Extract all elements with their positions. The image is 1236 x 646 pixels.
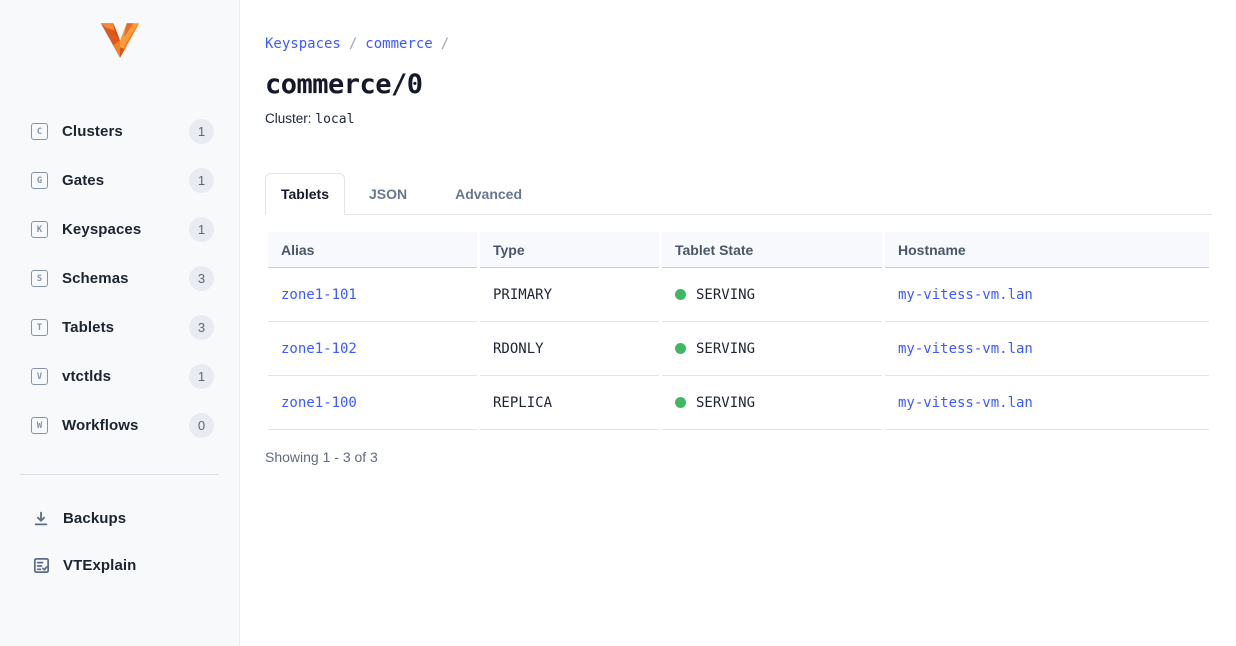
workflows-icon: W [31,417,48,434]
cluster-value: local [315,112,354,127]
breadcrumb-link-keyspaces[interactable]: Keyspaces [265,36,341,52]
sidebar-item-label: Schemas [62,270,189,287]
column-header-alias: Alias [268,232,477,268]
vitess-logo[interactable] [0,0,239,61]
tablet-state: SERVING [696,395,755,411]
table-row: zone1-102 RDONLY SERVING my-vitess-vm.la… [268,322,1209,376]
table-header-row: Alias Type Tablet State Hostname [268,232,1209,268]
sidebar-item-gates[interactable]: G Gates 1 [0,156,239,205]
sidebar-item-vtexplain[interactable]: VTExplain [0,542,239,589]
primary-nav: C Clusters 1 G Gates 1 K Keyspaces 1 S S… [0,107,239,450]
sidebar-item-label: vtctlds [62,368,189,385]
checklist-icon [31,556,51,576]
tablet-type: REPLICA [480,376,659,430]
tablets-icon: T [31,319,48,336]
sidebar-item-clusters[interactable]: C Clusters 1 [0,107,239,156]
keyspaces-icon: K [31,221,48,238]
tablets-table: Alias Type Tablet State Hostname zone1-1… [265,232,1212,430]
count-badge: 1 [189,119,214,144]
tab-tablets[interactable]: Tablets [265,173,345,215]
schemas-icon: S [31,270,48,287]
column-header-tablet-state: Tablet State [662,232,882,268]
sidebar-item-tablets[interactable]: T Tablets 3 [0,303,239,352]
tab-advanced[interactable]: Advanced [431,174,546,214]
table-row: zone1-100 REPLICA SERVING my-vitess-vm.l… [268,376,1209,430]
tablet-type: PRIMARY [480,268,659,322]
vitess-logo-icon [97,20,143,61]
table-pagination-summary: Showing 1 - 3 of 3 [265,449,1212,465]
column-header-hostname: Hostname [885,232,1209,268]
sidebar-item-label: Gates [62,172,189,189]
sidebar-item-workflows[interactable]: W Workflows 0 [0,401,239,450]
download-icon [31,509,51,529]
tablet-alias-link[interactable]: zone1-101 [281,287,357,303]
secondary-nav: Backups VTExplain [0,495,239,589]
count-badge: 1 [189,364,214,389]
sidebar-item-keyspaces[interactable]: K Keyspaces 1 [0,205,239,254]
tablet-type: RDONLY [480,322,659,376]
clusters-icon: C [31,123,48,140]
page-title: commerce/0 [265,69,1212,100]
count-badge: 0 [189,413,214,438]
sidebar-item-label: Clusters [62,123,189,140]
sidebar-item-label: Keyspaces [62,221,189,238]
sidebar-item-schemas[interactable]: S Schemas 3 [0,254,239,303]
serving-status-dot [675,397,686,408]
count-badge: 3 [189,315,214,340]
count-badge: 3 [189,266,214,291]
cluster-line: Cluster: local [265,111,1212,127]
tablet-state: SERVING [696,287,755,303]
hostname-link[interactable]: my-vitess-vm.lan [898,341,1033,357]
breadcrumb-separator: / [441,36,449,52]
hostname-link[interactable]: my-vitess-vm.lan [898,395,1033,411]
tablet-alias-link[interactable]: zone1-102 [281,341,357,357]
column-header-type: Type [480,232,659,268]
hostname-link[interactable]: my-vitess-vm.lan [898,287,1033,303]
tablet-alias-link[interactable]: zone1-100 [281,395,357,411]
tab-bar: Tablets JSON Advanced [265,173,1212,215]
count-badge: 1 [189,168,214,193]
serving-status-dot [675,289,686,300]
sidebar-item-vtctlds[interactable]: V vtctlds 1 [0,352,239,401]
sidebar: C Clusters 1 G Gates 1 K Keyspaces 1 S S… [0,0,240,646]
cluster-label: Cluster: [265,111,312,126]
gates-icon: G [31,172,48,189]
vtctlds-icon: V [31,368,48,385]
count-badge: 1 [189,217,214,242]
breadcrumb-separator: / [349,36,357,52]
sidebar-item-label: Workflows [62,417,189,434]
breadcrumb-link-commerce[interactable]: commerce [365,36,432,52]
serving-status-dot [675,343,686,354]
table-row: zone1-101 PRIMARY SERVING my-vitess-vm.l… [268,268,1209,322]
tablet-state: SERVING [696,341,755,357]
sidebar-item-backups[interactable]: Backups [0,495,239,542]
sidebar-item-label: Tablets [62,319,189,336]
breadcrumb: Keyspaces / commerce / [265,36,1212,52]
tab-json[interactable]: JSON [345,174,431,214]
main-content: Keyspaces / commerce / commerce/0 Cluster: … [240,0,1236,646]
sidebar-item-label: VTExplain [63,557,214,574]
sidebar-divider [20,474,219,475]
sidebar-item-label: Backups [63,510,214,527]
